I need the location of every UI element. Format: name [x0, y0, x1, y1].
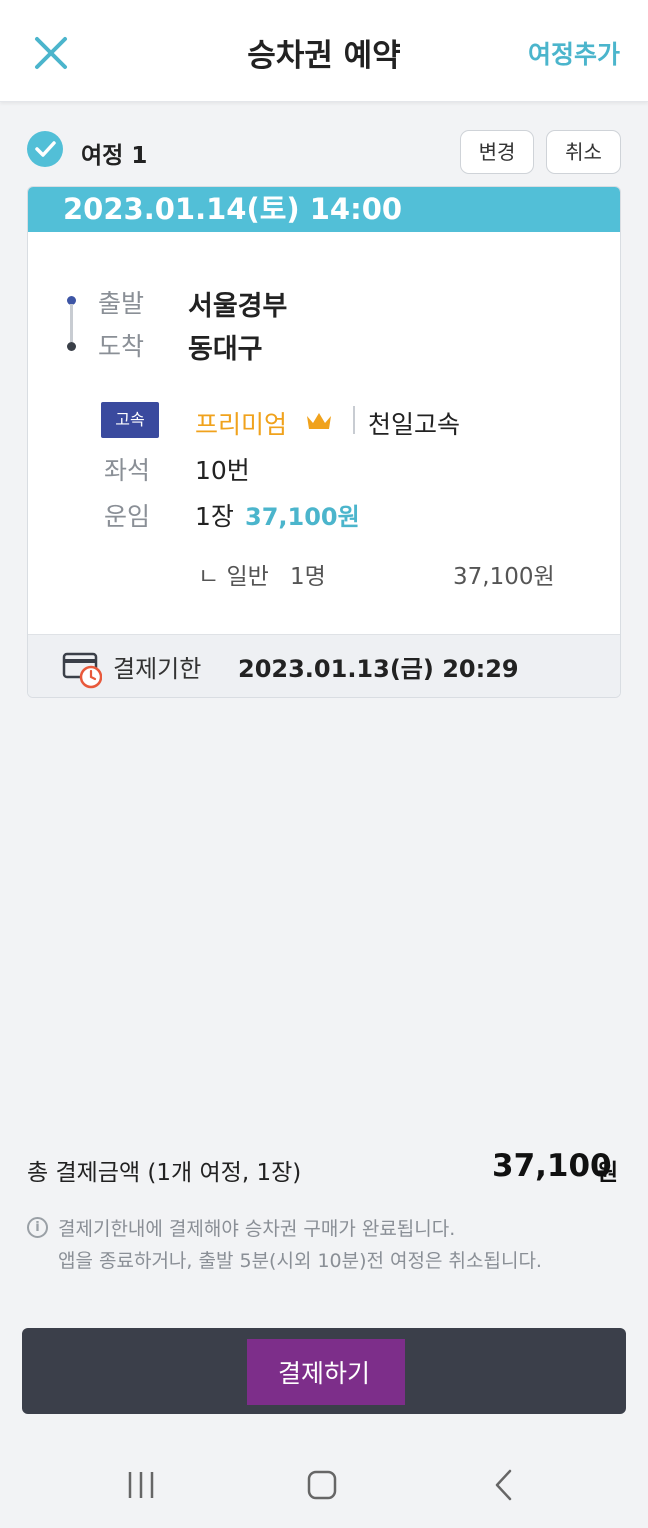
seat-value: 10번: [195, 456, 250, 485]
home-icon[interactable]: [302, 1468, 342, 1502]
arrival-dot: [67, 342, 76, 351]
trip-header: 여정 1 변경 취소: [27, 130, 621, 174]
app-header: 승차권 예약 여정추가: [0, 0, 648, 102]
trip-datetime: 2023.01.14(토) 14:00: [28, 187, 620, 232]
route-section: 출발 서울경부 도착 동대구: [28, 282, 620, 372]
total-unit: 원: [597, 1160, 619, 1186]
arrival-terminal: 동대구: [188, 334, 263, 365]
divider: [353, 406, 355, 434]
payment-deadline-bar: 결제기한 2023.01.13(금) 20:29: [28, 634, 620, 697]
deadline-label: 결제기한: [113, 655, 202, 683]
total-label: 총 결제금액 (1개 여정, 1장): [27, 1160, 302, 1186]
change-button[interactable]: 변경: [460, 130, 534, 174]
add-trip-button[interactable]: 여정추가: [528, 35, 620, 71]
pay-button-label: 결제하기: [277, 1359, 370, 1388]
passenger-fare: 37,100원: [453, 564, 555, 590]
system-nav-bar: [0, 1440, 648, 1528]
ticket-count: 1장: [195, 502, 234, 531]
passenger-count: 1명: [290, 564, 326, 590]
back-icon[interactable]: [484, 1468, 524, 1502]
departure-label: 출발: [98, 289, 145, 318]
deadline-value: 2023.01.13(금) 20:29: [238, 655, 519, 683]
close-icon: [35, 37, 67, 69]
total-amount: 37,100: [492, 1148, 612, 1184]
crown-icon: [307, 413, 331, 429]
fare-label: 운임: [104, 502, 151, 531]
bus-company: 천일고속: [368, 410, 461, 439]
bus-type-badge: 고속: [101, 402, 159, 438]
trip-checkbox[interactable]: [27, 131, 63, 167]
route-line: [70, 304, 73, 342]
recent-apps-icon[interactable]: [121, 1468, 161, 1502]
trip-label: 여정 1: [81, 143, 148, 169]
info-text-2: 앱을 종료하거나, 출발 5분(시외 10분)전 여정은 취소됩니다.: [58, 1250, 542, 1272]
trip-card: 2023.01.14(토) 14:00 출발 서울경부 도착 동대구 고속 프리…: [27, 186, 621, 698]
info-text-1: 결제기한내에 결제해야 승차권 구매가 완료됩니다.: [58, 1218, 456, 1240]
bus-grade: 프리미엄: [195, 410, 288, 439]
arrival-label: 도착: [98, 332, 145, 361]
check-icon: [35, 141, 56, 157]
passenger-type: ㄴ 일반: [198, 564, 269, 590]
departure-terminal: 서울경부: [188, 291, 288, 322]
fare-amount: 37,100원: [245, 503, 360, 531]
cancel-button[interactable]: 취소: [546, 130, 621, 174]
pay-button[interactable]: 결제하기: [22, 1328, 626, 1414]
close-button[interactable]: [30, 32, 72, 74]
card-clock-icon: [62, 652, 102, 689]
info-icon: i: [27, 1217, 48, 1238]
seat-label: 좌석: [104, 456, 151, 485]
